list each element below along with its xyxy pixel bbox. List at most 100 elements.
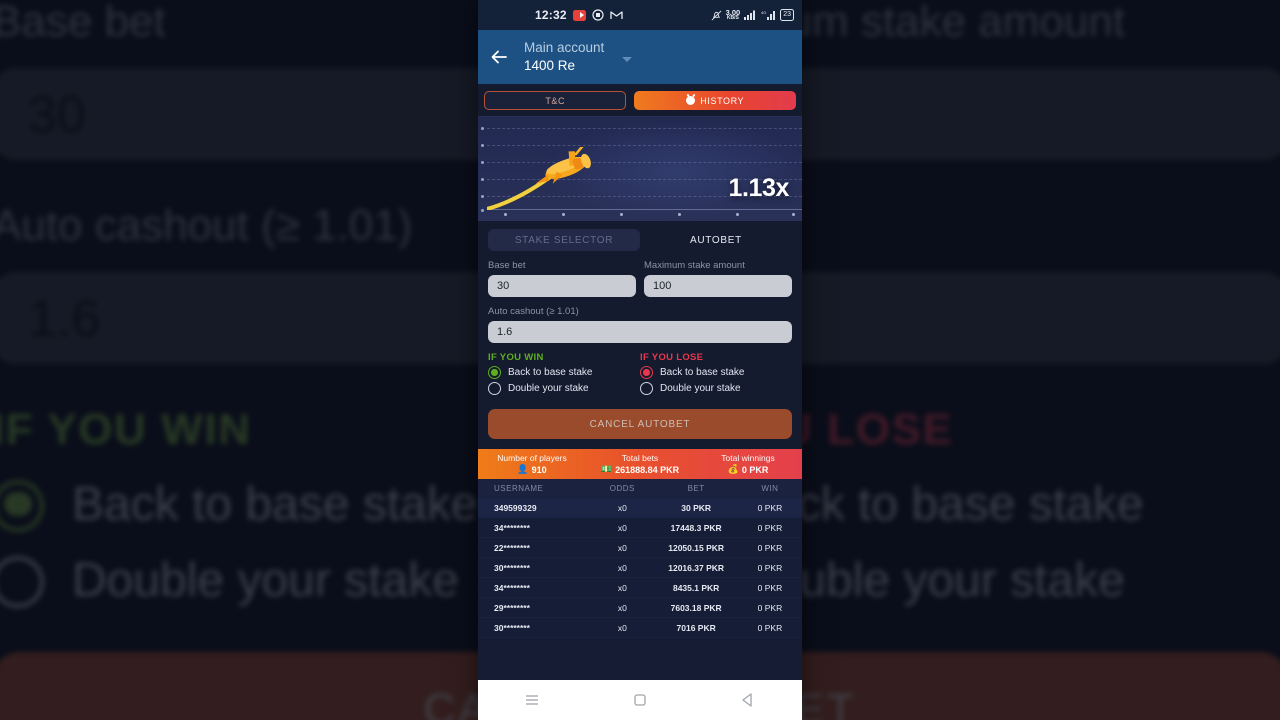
lose-option-double-label: Double your stake [660, 383, 741, 394]
cell-username: 29******** [494, 602, 530, 613]
app-header: Main account 1400 Re [478, 30, 802, 84]
if-you-lose-title: IF YOU LOSE [640, 352, 704, 363]
cell-odds: x0 [617, 602, 627, 613]
back-arrow-icon[interactable] [488, 46, 510, 68]
tc-button[interactable]: T&C [484, 91, 627, 110]
alarm-clock-icon [686, 96, 696, 105]
if-you-lose-group: IF YOU LOSE Back to base stake Double yo… [640, 352, 792, 398]
cell-username: 30******** [494, 622, 530, 633]
win-option-double-label: Double your stake [508, 383, 589, 394]
stat-players-value: 910 [531, 464, 547, 475]
cell-username: 30******** [494, 562, 530, 573]
table-row: 34******** x0 17448.3 PKR 0 PKR [478, 518, 802, 538]
status-bar: 12:32 3.00 KB/S 4G 23 [478, 0, 802, 30]
bet-mode-tabs: STAKE SELECTOR AUTOBET [488, 229, 792, 251]
signal-bars-icon [744, 10, 756, 20]
table-row: 22******** x0 12050.15 PKR 0 PKR [478, 538, 802, 558]
svg-text:4G: 4G [761, 10, 766, 15]
account-name: Main account [524, 40, 605, 56]
if-you-win-group: IF YOU WIN Back to base stake Double you… [488, 352, 640, 398]
cell-odds: x0 [617, 562, 627, 573]
win-option-double[interactable]: Double your stake [488, 382, 640, 395]
network-speed-unit: KB/S [726, 15, 739, 22]
table-row: 30******** x0 12016.37 PKR 0 PKR [478, 558, 802, 578]
money-icon: 💵 [600, 464, 613, 474]
stat-total-bets: Total bets 💵 261888.84 PKR [586, 449, 694, 479]
stat-total-bets-label: Total bets [621, 453, 659, 463]
col-header-win: WIN [761, 484, 779, 493]
base-bet-label: Base bet [488, 260, 526, 271]
aviator-chart: 1.13x [478, 116, 802, 221]
auto-cashout-input[interactable]: 1.6 [488, 321, 792, 343]
cell-username: 34******** [494, 582, 530, 593]
radio-selected-icon[interactable] [640, 366, 653, 379]
back-triangle-icon[interactable] [739, 691, 757, 709]
cell-win: 0 PKR [757, 602, 783, 613]
lose-option-back-to-base-label: Back to base stake [660, 367, 745, 378]
home-square-icon[interactable] [631, 691, 649, 709]
cell-bet: 7016 PKR [676, 622, 716, 633]
cell-username: 22******** [494, 542, 530, 553]
radio-unselected-icon[interactable] [640, 382, 653, 395]
win-option-back-to-base[interactable]: Back to base stake [488, 366, 640, 379]
cell-odds: x0 [617, 542, 627, 553]
cell-win: 0 PKR [757, 522, 783, 533]
stat-total-winnings: Total winnings 💰 0 PKR [694, 449, 802, 479]
battery-indicator: 23 [780, 9, 794, 21]
radio-selected-icon[interactable] [488, 366, 501, 379]
cell-win: 0 PKR [757, 582, 783, 593]
cell-win: 0 PKR [757, 542, 783, 553]
chart-y-axis-dots [478, 117, 487, 221]
cell-win: 0 PKR [757, 562, 783, 573]
cell-odds: x0 [617, 502, 627, 513]
top-tab-row: T&C HISTORY [478, 84, 802, 116]
radio-unselected-icon[interactable] [488, 382, 501, 395]
stat-players-value-wrap: 👤 910 [517, 464, 546, 475]
history-button[interactable]: HISTORY [634, 91, 796, 110]
win-option-back-to-base-label: Back to base stake [508, 367, 593, 378]
circle-badge-icon [592, 9, 604, 21]
round-stats-bar: Number of players 👤 910 Total bets 💵 261… [478, 449, 802, 479]
coin-bag-icon: 💰 [727, 464, 739, 474]
gmail-icon [610, 11, 623, 19]
cell-bet: 12016.37 PKR [668, 562, 725, 573]
stat-total-winnings-value-wrap: 💰 0 PKR [728, 464, 769, 475]
stat-total-bets-value-wrap: 💵 261888.84 PKR [601, 464, 679, 475]
cell-bet: 12050.15 PKR [668, 542, 725, 553]
bg-win-option-2-label: Double your stake [72, 552, 459, 608]
multiplier-value: 1.13x [728, 174, 789, 202]
bg-radio-icon [0, 478, 44, 530]
cell-odds: x0 [617, 582, 627, 593]
stat-total-winnings-value: 0 PKR [741, 464, 769, 475]
table-row: 30******** x0 7016 PKR 0 PKR [478, 618, 802, 638]
lose-option-back-to-base[interactable]: Back to base stake [640, 366, 792, 379]
players-table-body: 349599329 x0 30 PKR 0 PKR 34******** x0 17448.… [478, 498, 802, 638]
cell-odds: x0 [617, 622, 627, 633]
person-icon: 👤 [517, 464, 529, 474]
tab-autobet[interactable]: AUTOBET [640, 229, 792, 251]
table-row: 34******** x0 8435.1 PKR 0 PKR [478, 578, 802, 598]
airplane-icon [526, 142, 602, 189]
chevron-down-icon[interactable] [622, 56, 633, 62]
network-speed-indicator: 3.00 KB/S [726, 9, 741, 22]
history-button-label: HISTORY [700, 95, 745, 106]
cell-win: 0 PKR [757, 622, 783, 633]
tab-stake-selector[interactable]: STAKE SELECTOR [488, 229, 640, 251]
table-row: 29******** x0 7603.18 PKR 0 PKR [478, 598, 802, 618]
cell-bet: 8435.1 PKR [672, 582, 720, 593]
status-time: 12:32 [535, 8, 567, 22]
android-nav-bar [478, 680, 802, 720]
max-stake-input[interactable]: 100 [644, 275, 792, 297]
cell-bet: 17448.3 PKR [670, 522, 722, 533]
cancel-autobet-button[interactable]: CANCEL AUTOBET [488, 409, 792, 439]
stat-players-label: Number of players [497, 453, 567, 463]
base-bet-input[interactable]: 30 [488, 275, 636, 297]
if-you-win-title: IF YOU WIN [488, 352, 544, 363]
stat-total-bets-value: 261888.84 PKR [615, 464, 680, 475]
account-selector[interactable]: Main account 1400 Re [524, 39, 604, 74]
players-table-header: USERNAME ODDS BET WIN [478, 479, 802, 498]
chart-x-axis-dots [478, 213, 802, 218]
cell-bet: 7603.18 PKR [670, 602, 722, 613]
lose-option-double[interactable]: Double your stake [640, 382, 792, 395]
recents-icon[interactable] [523, 691, 541, 709]
